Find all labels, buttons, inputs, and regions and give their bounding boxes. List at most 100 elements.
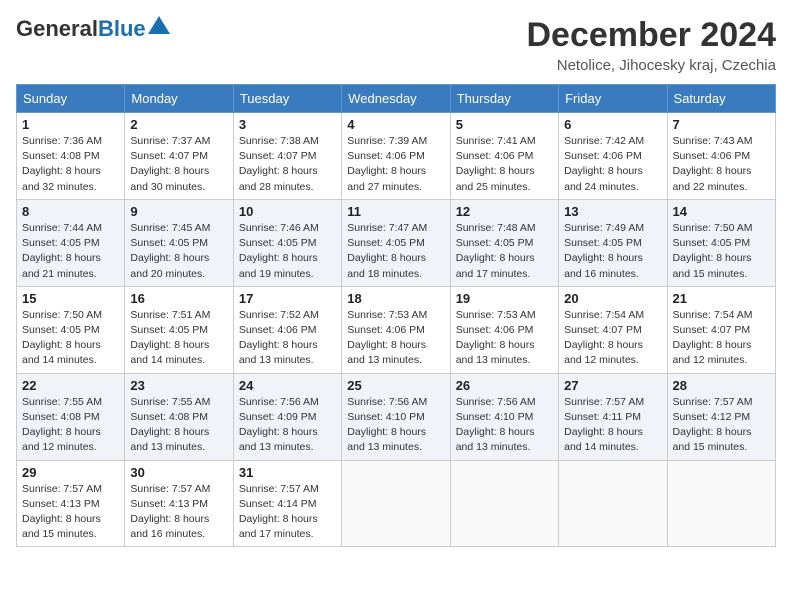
calendar-cell: 17 Sunrise: 7:52 AMSunset: 4:06 PMDaylig… — [233, 286, 341, 373]
day-number: 22 — [22, 378, 119, 393]
day-number: 9 — [130, 204, 227, 219]
day-info: Sunrise: 7:54 AMSunset: 4:07 PMDaylight:… — [564, 309, 644, 367]
day-number: 8 — [22, 204, 119, 219]
day-number: 25 — [347, 378, 444, 393]
day-info: Sunrise: 7:55 AMSunset: 4:08 PMDaylight:… — [130, 396, 210, 454]
calendar-cell: 5 Sunrise: 7:41 AMSunset: 4:06 PMDayligh… — [450, 113, 558, 200]
calendar-cell: 21 Sunrise: 7:54 AMSunset: 4:07 PMDaylig… — [667, 286, 775, 373]
day-number: 30 — [130, 465, 227, 480]
location-subtitle: Netolice, Jihocesky kraj, Czechia — [526, 57, 776, 74]
logo: General Blue — [16, 16, 170, 42]
day-number: 6 — [564, 117, 661, 132]
day-info: Sunrise: 7:57 AMSunset: 4:13 PMDaylight:… — [22, 483, 102, 541]
col-header-thursday: Thursday — [450, 85, 558, 113]
col-header-friday: Friday — [559, 85, 667, 113]
calendar-cell: 23 Sunrise: 7:55 AMSunset: 4:08 PMDaylig… — [125, 373, 233, 460]
day-info: Sunrise: 7:37 AMSunset: 4:07 PMDaylight:… — [130, 135, 210, 193]
calendar-cell — [450, 460, 558, 547]
calendar-cell: 4 Sunrise: 7:39 AMSunset: 4:06 PMDayligh… — [342, 113, 450, 200]
day-info: Sunrise: 7:44 AMSunset: 4:05 PMDaylight:… — [22, 222, 102, 280]
calendar-cell: 18 Sunrise: 7:53 AMSunset: 4:06 PMDaylig… — [342, 286, 450, 373]
day-number: 17 — [239, 291, 336, 306]
calendar-cell — [342, 460, 450, 547]
day-number: 4 — [347, 117, 444, 132]
logo-general: General — [16, 16, 98, 42]
day-info: Sunrise: 7:50 AMSunset: 4:05 PMDaylight:… — [673, 222, 753, 280]
day-info: Sunrise: 7:38 AMSunset: 4:07 PMDaylight:… — [239, 135, 319, 193]
calendar-cell: 28 Sunrise: 7:57 AMSunset: 4:12 PMDaylig… — [667, 373, 775, 460]
calendar-cell: 13 Sunrise: 7:49 AMSunset: 4:05 PMDaylig… — [559, 199, 667, 286]
day-number: 29 — [22, 465, 119, 480]
day-number: 7 — [673, 117, 770, 132]
calendar-cell: 10 Sunrise: 7:46 AMSunset: 4:05 PMDaylig… — [233, 199, 341, 286]
calendar-cell: 26 Sunrise: 7:56 AMSunset: 4:10 PMDaylig… — [450, 373, 558, 460]
day-info: Sunrise: 7:57 AMSunset: 4:12 PMDaylight:… — [673, 396, 753, 454]
page-header: General Blue December 2024 Netolice, Jih… — [16, 16, 776, 74]
logo-blue: Blue — [98, 16, 146, 42]
day-number: 11 — [347, 204, 444, 219]
calendar-cell: 1 Sunrise: 7:36 AMSunset: 4:08 PMDayligh… — [17, 113, 125, 200]
day-number: 5 — [456, 117, 553, 132]
day-info: Sunrise: 7:39 AMSunset: 4:06 PMDaylight:… — [347, 135, 427, 193]
calendar-cell: 7 Sunrise: 7:43 AMSunset: 4:06 PMDayligh… — [667, 113, 775, 200]
day-number: 28 — [673, 378, 770, 393]
calendar-cell: 24 Sunrise: 7:56 AMSunset: 4:09 PMDaylig… — [233, 373, 341, 460]
day-info: Sunrise: 7:52 AMSunset: 4:06 PMDaylight:… — [239, 309, 319, 367]
day-number: 16 — [130, 291, 227, 306]
calendar-cell: 8 Sunrise: 7:44 AMSunset: 4:05 PMDayligh… — [17, 199, 125, 286]
day-info: Sunrise: 7:47 AMSunset: 4:05 PMDaylight:… — [347, 222, 427, 280]
day-info: Sunrise: 7:56 AMSunset: 4:10 PMDaylight:… — [456, 396, 536, 454]
day-number: 20 — [564, 291, 661, 306]
col-header-monday: Monday — [125, 85, 233, 113]
day-number: 26 — [456, 378, 553, 393]
day-info: Sunrise: 7:41 AMSunset: 4:06 PMDaylight:… — [456, 135, 536, 193]
day-number: 24 — [239, 378, 336, 393]
day-info: Sunrise: 7:54 AMSunset: 4:07 PMDaylight:… — [673, 309, 753, 367]
day-info: Sunrise: 7:42 AMSunset: 4:06 PMDaylight:… — [564, 135, 644, 193]
day-info: Sunrise: 7:49 AMSunset: 4:05 PMDaylight:… — [564, 222, 644, 280]
day-number: 18 — [347, 291, 444, 306]
calendar-cell: 16 Sunrise: 7:51 AMSunset: 4:05 PMDaylig… — [125, 286, 233, 373]
day-number: 15 — [22, 291, 119, 306]
calendar-cell: 11 Sunrise: 7:47 AMSunset: 4:05 PMDaylig… — [342, 199, 450, 286]
day-info: Sunrise: 7:53 AMSunset: 4:06 PMDaylight:… — [347, 309, 427, 367]
calendar-cell — [667, 460, 775, 547]
day-info: Sunrise: 7:45 AMSunset: 4:05 PMDaylight:… — [130, 222, 210, 280]
day-info: Sunrise: 7:57 AMSunset: 4:13 PMDaylight:… — [130, 483, 210, 541]
calendar-table: SundayMondayTuesdayWednesdayThursdayFrid… — [16, 84, 776, 547]
day-info: Sunrise: 7:48 AMSunset: 4:05 PMDaylight:… — [456, 222, 536, 280]
day-info: Sunrise: 7:56 AMSunset: 4:09 PMDaylight:… — [239, 396, 319, 454]
calendar-cell: 2 Sunrise: 7:37 AMSunset: 4:07 PMDayligh… — [125, 113, 233, 200]
day-info: Sunrise: 7:53 AMSunset: 4:06 PMDaylight:… — [456, 309, 536, 367]
day-info: Sunrise: 7:56 AMSunset: 4:10 PMDaylight:… — [347, 396, 427, 454]
calendar-cell: 3 Sunrise: 7:38 AMSunset: 4:07 PMDayligh… — [233, 113, 341, 200]
calendar-cell: 22 Sunrise: 7:55 AMSunset: 4:08 PMDaylig… — [17, 373, 125, 460]
col-header-wednesday: Wednesday — [342, 85, 450, 113]
calendar-cell: 31 Sunrise: 7:57 AMSunset: 4:14 PMDaylig… — [233, 460, 341, 547]
day-number: 19 — [456, 291, 553, 306]
col-header-sunday: Sunday — [17, 85, 125, 113]
calendar-cell: 29 Sunrise: 7:57 AMSunset: 4:13 PMDaylig… — [17, 460, 125, 547]
calendar-cell: 6 Sunrise: 7:42 AMSunset: 4:06 PMDayligh… — [559, 113, 667, 200]
calendar-cell: 30 Sunrise: 7:57 AMSunset: 4:13 PMDaylig… — [125, 460, 233, 547]
day-number: 21 — [673, 291, 770, 306]
logo-icon — [148, 16, 170, 34]
day-number: 31 — [239, 465, 336, 480]
day-number: 23 — [130, 378, 227, 393]
day-info: Sunrise: 7:36 AMSunset: 4:08 PMDaylight:… — [22, 135, 102, 193]
calendar-cell: 19 Sunrise: 7:53 AMSunset: 4:06 PMDaylig… — [450, 286, 558, 373]
day-number: 27 — [564, 378, 661, 393]
calendar-cell: 15 Sunrise: 7:50 AMSunset: 4:05 PMDaylig… — [17, 286, 125, 373]
day-info: Sunrise: 7:57 AMSunset: 4:11 PMDaylight:… — [564, 396, 644, 454]
day-info: Sunrise: 7:51 AMSunset: 4:05 PMDaylight:… — [130, 309, 210, 367]
title-area: December 2024 Netolice, Jihocesky kraj, … — [526, 16, 776, 74]
day-number: 14 — [673, 204, 770, 219]
day-info: Sunrise: 7:43 AMSunset: 4:06 PMDaylight:… — [673, 135, 753, 193]
day-number: 10 — [239, 204, 336, 219]
calendar-cell — [559, 460, 667, 547]
calendar-cell: 27 Sunrise: 7:57 AMSunset: 4:11 PMDaylig… — [559, 373, 667, 460]
calendar-cell: 25 Sunrise: 7:56 AMSunset: 4:10 PMDaylig… — [342, 373, 450, 460]
day-info: Sunrise: 7:57 AMSunset: 4:14 PMDaylight:… — [239, 483, 319, 541]
day-info: Sunrise: 7:55 AMSunset: 4:08 PMDaylight:… — [22, 396, 102, 454]
col-header-saturday: Saturday — [667, 85, 775, 113]
